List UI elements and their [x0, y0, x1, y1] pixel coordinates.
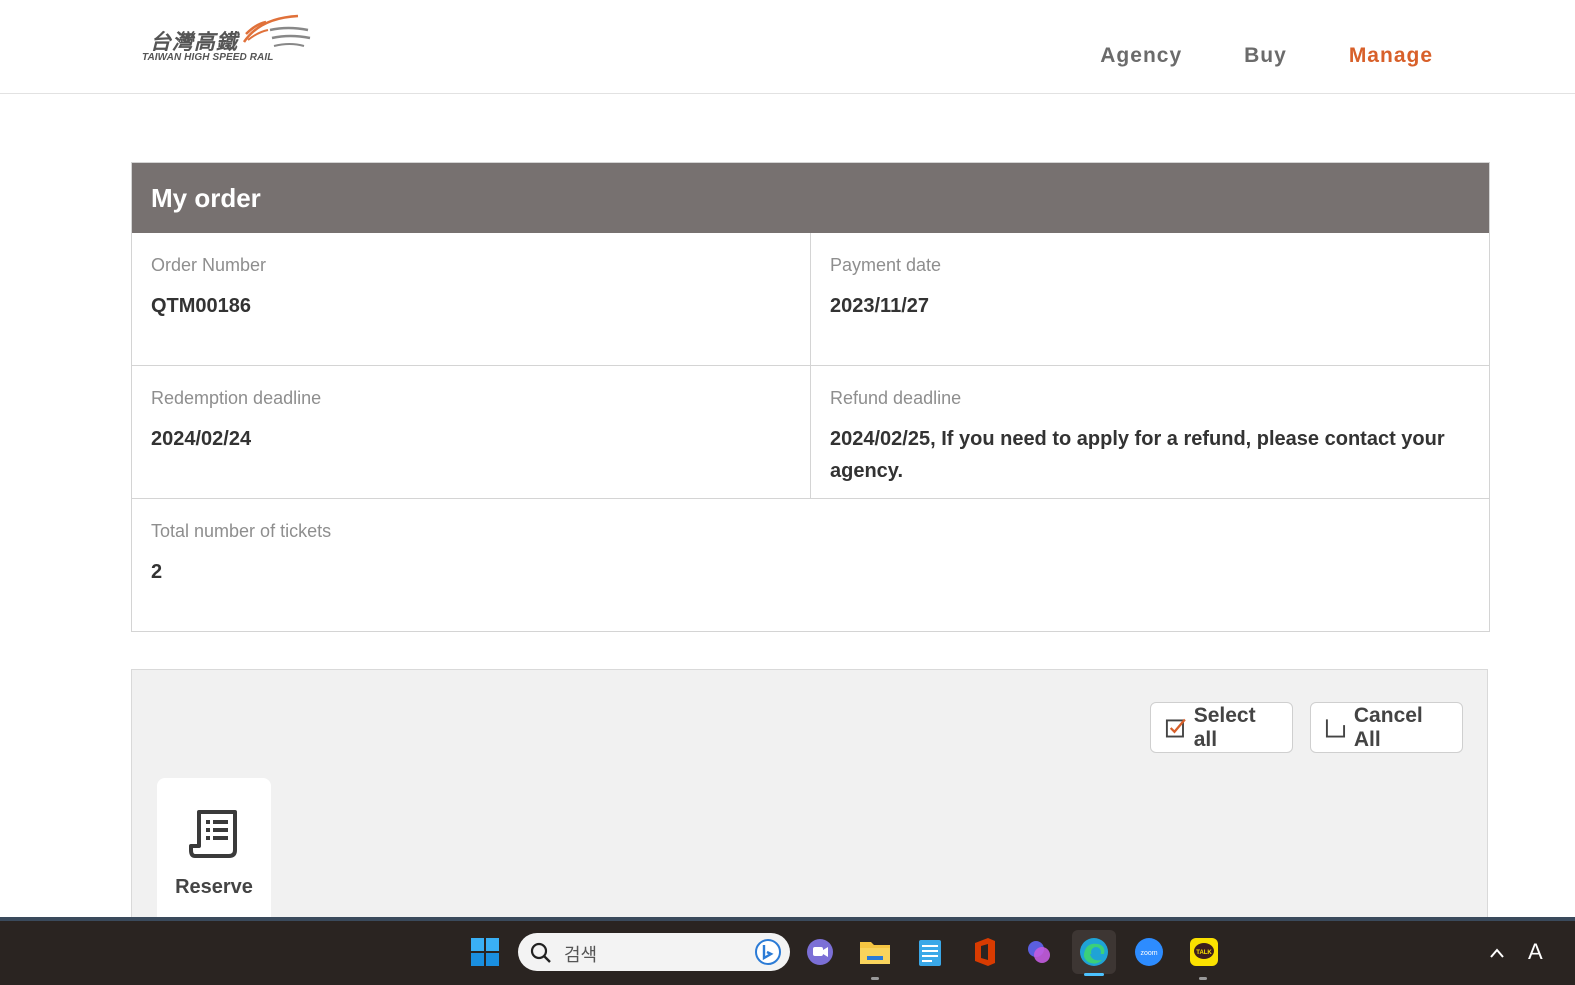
- receipt-icon: [189, 810, 237, 858]
- order-number-label: Order Number: [151, 255, 267, 275]
- reserve-label: Reserve: [175, 876, 253, 898]
- order-row: Total number of tickets 2: [132, 498, 1489, 631]
- search-placeholder: 검색: [564, 945, 598, 966]
- site-header: 台灣高鐵 TAIWAN HIGH SPEED RAIL Agency Buy M…: [0, 0, 1575, 94]
- order-row: Order Number QTM00186 Payment date 2023/…: [132, 233, 1489, 365]
- nav-buy[interactable]: Buy: [1244, 44, 1287, 68]
- payment-date-label: Payment date: [830, 255, 942, 275]
- redemption-deadline-value: 2024/02/24: [151, 428, 252, 450]
- total-tickets-value: 2: [151, 561, 163, 583]
- windows-start-icon[interactable]: [468, 935, 502, 969]
- edge-browser-icon[interactable]: [1072, 930, 1116, 974]
- refund-deadline-label: Refund deadline: [830, 388, 962, 408]
- copilot-app-icon[interactable]: [1022, 935, 1056, 969]
- chevron-up-icon[interactable]: [1489, 947, 1505, 959]
- cancel-all-label: Cancel All: [1353, 703, 1423, 751]
- payment-date-value: 2023/11/27: [830, 295, 929, 317]
- ime-indicator[interactable]: A: [1528, 939, 1543, 965]
- kakaotalk-icon[interactable]: TALK: [1187, 935, 1221, 969]
- logo-english-text: TAIWAN HIGH SPEED RAIL: [142, 52, 274, 63]
- total-tickets-cell: Total number of tickets 2: [132, 499, 1489, 631]
- main-nav: Agency Buy Manage: [1100, 44, 1433, 68]
- logo-swoosh-icon: [242, 14, 311, 47]
- redemption-deadline-cell: Redemption deadline 2024/02/24: [132, 366, 810, 498]
- order-number-cell: Order Number QTM00186: [132, 233, 810, 365]
- nav-manage[interactable]: Manage: [1349, 44, 1433, 68]
- payment-date-cell: Payment date 2023/11/27: [810, 233, 1489, 365]
- total-tickets-label: Total number of tickets: [151, 521, 332, 541]
- checkbox-checked-icon: [1165, 718, 1186, 737]
- teams-chat-icon[interactable]: [803, 935, 837, 969]
- order-panel-title: My order: [132, 163, 1489, 233]
- refund-deadline-value: 2024/02/25, If you need to apply for a r…: [830, 428, 1445, 482]
- running-indicator: [871, 977, 879, 980]
- running-indicator: [1199, 977, 1207, 980]
- svg-text:TALK: TALK: [1196, 950, 1212, 956]
- select-all-label: Select all: [1193, 703, 1256, 751]
- order-row: Redemption deadline 2024/02/24 Refund de…: [132, 365, 1489, 498]
- thsr-logo[interactable]: 台灣高鐵 TAIWAN HIGH SPEED RAIL: [142, 10, 314, 70]
- taskbar-search[interactable]: 검색: [518, 933, 790, 971]
- refund-deadline-cell: Refund deadline 2024/02/25, If you need …: [810, 366, 1489, 498]
- os-taskbar: 검색 zoom TALK A: [0, 917, 1575, 985]
- search-icon: [530, 942, 551, 963]
- cancel-all-button[interactable]: Cancel All: [1310, 702, 1463, 753]
- select-all-button[interactable]: Select all: [1150, 702, 1293, 753]
- order-panel: My order Order Number QTM00186 Payment d…: [131, 162, 1490, 632]
- tickets-section: Select all Cancel All Reserve: [131, 669, 1488, 929]
- checkbox-empty-icon: [1325, 718, 1346, 738]
- active-app-indicator: [1084, 973, 1104, 976]
- bing-icon[interactable]: [754, 938, 782, 966]
- nav-agency[interactable]: Agency: [1100, 44, 1182, 68]
- redemption-deadline-label: Redemption deadline: [151, 388, 322, 408]
- reserve-button[interactable]: Reserve: [157, 778, 271, 928]
- zoom-icon[interactable]: zoom: [1132, 935, 1166, 969]
- file-explorer-icon[interactable]: [858, 935, 892, 969]
- order-number-value: QTM00186: [151, 295, 252, 317]
- svg-text:zoom: zoom: [1140, 950, 1157, 957]
- office-icon[interactable]: [968, 935, 1002, 969]
- notepad-icon[interactable]: [913, 935, 947, 969]
